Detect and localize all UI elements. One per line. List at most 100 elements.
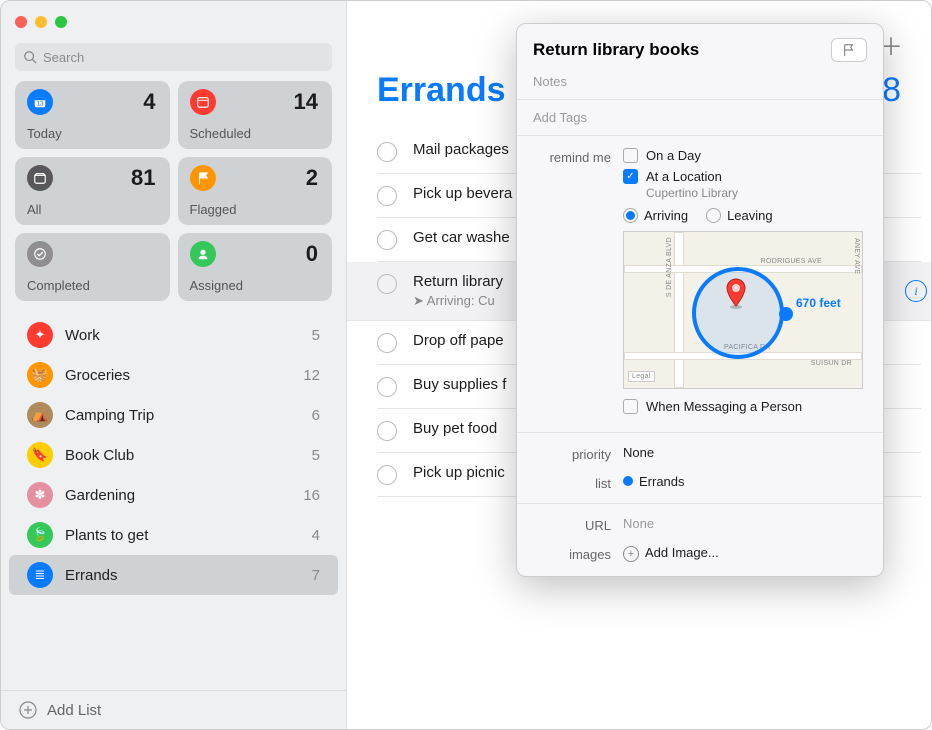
list-count: 7 [312, 567, 320, 584]
smart-list-flagged[interactable]: 2 Flagged [178, 157, 333, 225]
complete-toggle[interactable] [377, 142, 397, 162]
list-count: 12 [303, 367, 320, 384]
popover-title[interactable]: Return library books [533, 40, 699, 60]
sidebar-list-plants-to-get[interactable]: 🍃 Plants to get 4 [9, 515, 338, 555]
when-messaging-checkbox[interactable]: When Messaging a Person [623, 399, 867, 414]
list-field-label: list [533, 474, 611, 491]
zoom-window-button[interactable] [55, 16, 67, 28]
add-list-button[interactable]: Add List [1, 690, 346, 729]
smart-list-icon [190, 165, 216, 191]
geofence-distance: 670 feet [796, 296, 841, 310]
list-icon: 🔖 [27, 442, 53, 468]
leaving-radio[interactable]: Leaving [706, 208, 773, 223]
checkbox-checked-icon: ✓ [623, 169, 638, 184]
notes-field[interactable]: Notes [517, 70, 883, 93]
reminder-title: Pick up bevera [413, 185, 512, 202]
list-icon: 🧺 [27, 362, 53, 388]
reminders-window: Search 13 4 Today 14 Scheduled 81 All 2 … [0, 0, 932, 730]
list-name: Errands [65, 567, 118, 584]
smart-list-label: Assigned [190, 278, 321, 293]
smart-list-label: Completed [27, 278, 158, 293]
smart-list-count: 4 [143, 89, 155, 115]
list-field-value[interactable]: Errands [623, 474, 867, 491]
smart-list-scheduled[interactable]: 14 Scheduled [178, 81, 333, 149]
complete-toggle[interactable] [377, 230, 397, 250]
flag-button[interactable] [831, 38, 867, 62]
sidebar-list-groceries[interactable]: 🧺 Groceries 12 [9, 355, 338, 395]
plus-circle-icon: + [623, 546, 639, 562]
smart-list-assigned[interactable]: 0 Assigned [178, 233, 333, 301]
list-count: 8 [882, 71, 901, 110]
list-count: 5 [312, 327, 320, 344]
list-icon: ✽ [27, 482, 53, 508]
list-icon: ✦ [27, 322, 53, 348]
radio-icon [706, 208, 721, 223]
info-button[interactable]: i [905, 280, 927, 302]
list-count: 16 [303, 487, 320, 504]
plus-circle-icon [19, 701, 37, 719]
smart-list-label: Flagged [190, 202, 321, 217]
smart-list-count: 81 [131, 165, 155, 191]
smart-list-icon: 13 [27, 89, 53, 115]
close-window-button[interactable] [15, 16, 27, 28]
sidebar-list-camping-trip[interactable]: ⛺ Camping Trip 6 [9, 395, 338, 435]
sidebar-list-book-club[interactable]: 🔖 Book Club 5 [9, 435, 338, 475]
checkbox-icon [623, 399, 638, 414]
smart-list-icon [27, 241, 53, 267]
url-label: URL [533, 516, 611, 533]
search-placeholder: Search [43, 50, 84, 65]
radio-selected-icon [623, 208, 638, 223]
sidebar-list-errands[interactable]: ≣ Errands 7 [9, 555, 338, 595]
reminder-title: Return library [413, 273, 503, 290]
reminder-details-popover: Return library books Notes Add Tags remi… [516, 23, 884, 577]
smart-list-count: 0 [306, 241, 318, 267]
minimize-window-button[interactable] [35, 16, 47, 28]
sidebar-list-gardening[interactable]: ✽ Gardening 16 [9, 475, 338, 515]
on-a-day-checkbox[interactable]: On a Day [623, 148, 867, 163]
complete-toggle[interactable] [377, 333, 397, 353]
priority-value[interactable]: None [623, 445, 867, 462]
smart-lists-grid: 13 4 Today 14 Scheduled 81 All 2 Flagged… [1, 81, 346, 311]
add-image-button[interactable]: +Add Image... [623, 545, 867, 562]
smart-list-count: 14 [294, 89, 318, 115]
list-count: 5 [312, 447, 320, 464]
complete-toggle[interactable] [377, 274, 397, 294]
smart-list-icon [190, 89, 216, 115]
smart-list-label: Scheduled [190, 126, 321, 141]
add-list-label: Add List [47, 702, 101, 719]
list-name: Work [65, 327, 100, 344]
map-pin-icon [724, 277, 748, 301]
list-name: Gardening [65, 487, 135, 504]
at-location-checkbox[interactable]: ✓ At a Location [623, 169, 867, 184]
smart-list-today[interactable]: 13 4 Today [15, 81, 170, 149]
reminder-title: Pick up picnic [413, 464, 505, 481]
complete-toggle[interactable] [377, 377, 397, 397]
list-count: 4 [312, 527, 320, 544]
reminder-title: Buy pet food [413, 420, 497, 437]
list-icon: ≣ [27, 562, 53, 588]
smart-list-icon [190, 241, 216, 267]
arriving-radio[interactable]: Arriving [623, 208, 688, 223]
smart-list-all[interactable]: 81 All [15, 157, 170, 225]
my-lists: ✦ Work 5🧺 Groceries 12⛺ Camping Trip 6🔖 … [1, 311, 346, 690]
complete-toggle[interactable] [377, 186, 397, 206]
tags-field[interactable]: Add Tags [517, 106, 883, 129]
priority-label: priority [533, 445, 611, 462]
location-map[interactable]: S DE ANZA BLVD RODRIGUES AVE PACIFICA DR… [623, 231, 863, 389]
svg-text:13: 13 [37, 101, 44, 108]
complete-toggle[interactable] [377, 465, 397, 485]
url-value[interactable]: None [623, 516, 867, 533]
complete-toggle[interactable] [377, 421, 397, 441]
location-detail: Cupertino Library [646, 186, 867, 200]
smart-list-completed[interactable]: Completed [15, 233, 170, 301]
list-name: Camping Trip [65, 407, 154, 424]
list-name: Plants to get [65, 527, 148, 544]
sidebar-list-work[interactable]: ✦ Work 5 [9, 315, 338, 355]
geofence-handle[interactable] [779, 307, 793, 321]
checkbox-icon [623, 148, 638, 163]
smart-list-label: Today [27, 126, 158, 141]
smart-list-count: 2 [306, 165, 318, 191]
window-controls [1, 1, 346, 43]
list-name: Book Club [65, 447, 134, 464]
search-input[interactable]: Search [15, 43, 332, 71]
